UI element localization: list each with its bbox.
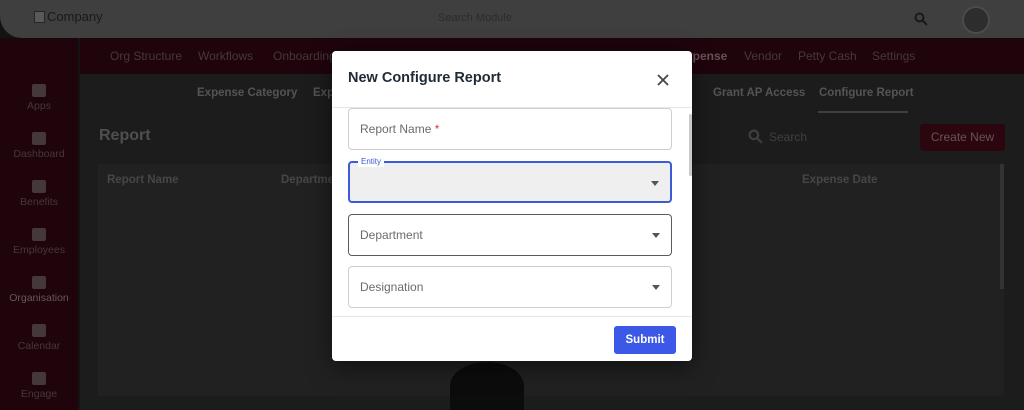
entity-select[interactable]: Entity	[348, 156, 672, 203]
department-placeholder: Department	[360, 228, 423, 242]
department-select[interactable]: Department	[348, 214, 672, 256]
report-name-placeholder: Report Name *	[360, 122, 440, 136]
report-name-field[interactable]: Report Name *	[348, 108, 672, 150]
entity-label: Entity	[358, 156, 385, 167]
designation-select[interactable]: Designation	[348, 266, 672, 308]
submit-button[interactable]: Submit	[614, 326, 676, 354]
chevron-down-icon	[652, 285, 660, 290]
modal-scrollbar[interactable]	[689, 114, 692, 176]
chevron-down-icon	[652, 233, 660, 238]
designation-placeholder: Designation	[360, 280, 424, 294]
required-mark: *	[434, 122, 440, 136]
chevron-down-icon	[651, 181, 659, 186]
modal-body: Report Name * Entity Department Designat…	[332, 108, 692, 316]
modal-title: New Configure Report	[348, 70, 502, 86]
modal-header: New Configure Report	[332, 51, 692, 108]
modal-footer: Submit	[332, 316, 692, 361]
configure-report-modal: New Configure Report Report Name * Entit…	[332, 51, 692, 361]
close-icon[interactable]	[654, 71, 672, 89]
